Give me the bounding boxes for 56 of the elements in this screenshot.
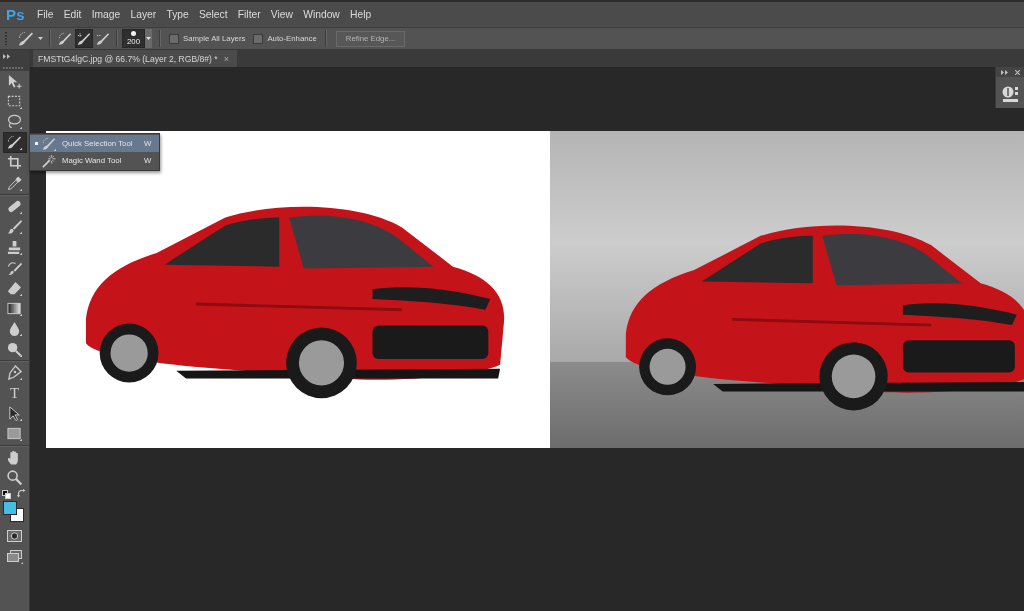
bandage-icon — [7, 199, 22, 215]
quick-selection-icon — [7, 134, 22, 150]
menu-item[interactable]: File — [36, 9, 54, 20]
brush-minus-icon — [95, 31, 110, 46]
menu-item[interactable]: Select — [198, 9, 228, 20]
selection-mode-button[interactable] — [74, 29, 93, 48]
quick-selection-icon — [42, 136, 56, 151]
rectangle-icon — [7, 426, 22, 442]
menu-item[interactable]: Edit — [63, 9, 82, 20]
eraser-icon — [7, 280, 22, 296]
brush-icon — [57, 31, 72, 46]
gradient-icon — [7, 301, 22, 316]
move-icon — [7, 73, 22, 89]
pen-nib-icon — [7, 365, 22, 381]
magic-wand-icon — [42, 153, 56, 168]
stamp-icon — [7, 239, 22, 255]
swap-arrow-icon[interactable] — [16, 488, 26, 498]
brush-icon — [7, 219, 22, 235]
app-logo: Ps — [6, 6, 25, 23]
brush-tip-icon — [131, 31, 136, 36]
menu-item[interactable]: Help — [350, 9, 372, 20]
screen-mode-icon[interactable] — [6, 550, 23, 565]
checkbox[interactable] — [253, 33, 264, 44]
bullet-icon — [34, 142, 38, 145]
menu-item[interactable]: Image — [91, 9, 121, 20]
dodge-icon — [7, 341, 22, 357]
brush-plus-icon — [76, 31, 91, 46]
close-button[interactable]: × — [223, 53, 229, 64]
menu-item[interactable]: View — [270, 9, 293, 20]
collapse-icon[interactable] — [1001, 69, 1008, 75]
type-tool[interactable]: T — [2, 382, 27, 404]
eyedropper-icon — [7, 175, 22, 191]
checkbox[interactable] — [169, 33, 179, 44]
zoom-icon — [7, 470, 22, 486]
history-brush-icon — [7, 260, 22, 276]
brush-dropdown-button[interactable] — [145, 29, 152, 48]
menu-item[interactable]: Window — [303, 9, 340, 20]
quick-mask-icon[interactable] — [7, 530, 22, 543]
drop-icon — [7, 321, 22, 337]
caret-icon[interactable] — [38, 37, 43, 40]
default-colors-icon[interactable] — [1, 489, 11, 499]
close-icon[interactable] — [1015, 69, 1020, 75]
dashed-rectangle-icon — [7, 94, 22, 110]
menu-item[interactable]: Layer — [130, 9, 157, 20]
collapse-icon[interactable] — [3, 54, 10, 59]
panel-icon[interactable] — [1002, 86, 1018, 102]
lasso-icon — [7, 114, 22, 130]
document-tab[interactable]: FMSTtG4lgC.jpg @ 66.7% (Layer 2, RGB/8#) * × — [33, 50, 237, 67]
menu-item[interactable]: Type — [166, 9, 189, 20]
menu-item[interactable]: Filter — [237, 9, 261, 20]
color-swatch[interactable] — [2, 500, 17, 515]
caret-icon — [146, 37, 151, 40]
crop-icon — [7, 155, 22, 171]
quick-selection-tool[interactable] — [2, 132, 27, 153]
quick-selection-icon[interactable] — [18, 30, 34, 47]
arrow-pointer-icon — [7, 405, 22, 421]
